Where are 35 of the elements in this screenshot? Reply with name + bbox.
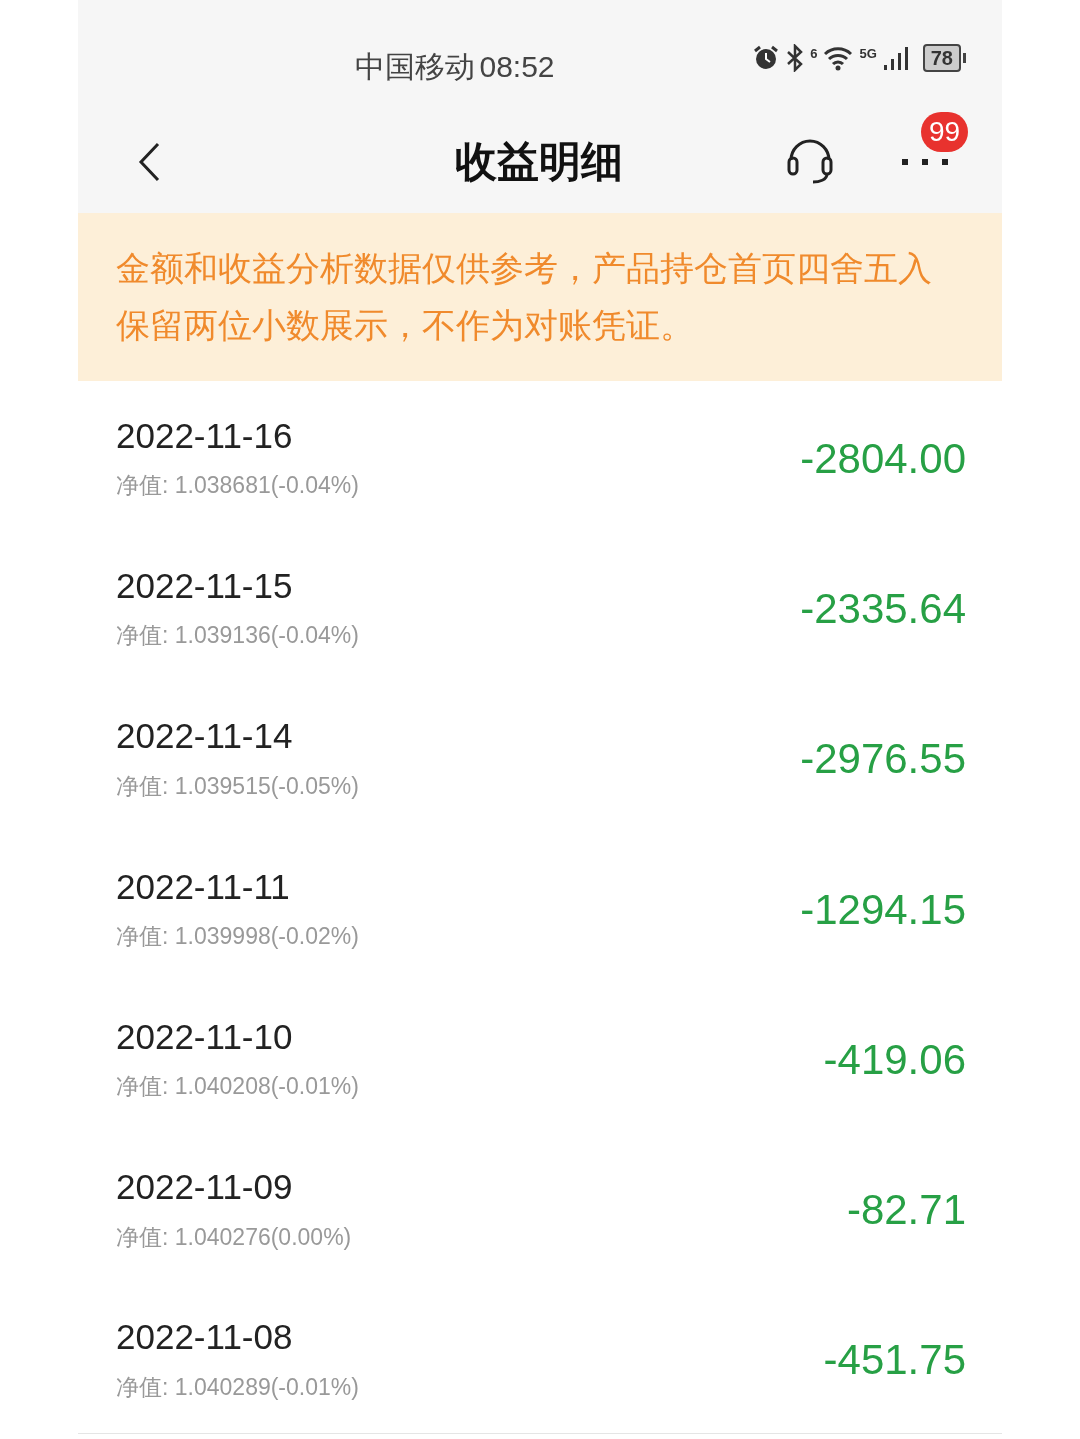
notification-badge: 99 (921, 112, 969, 152)
income-amount: -451.75 (823, 1335, 966, 1386)
net-value-text: 净值: 1.039998(-0.02%) (116, 922, 359, 952)
income-amount: -82.71 (846, 1185, 966, 1236)
income-amount: -1294.15 (800, 884, 966, 935)
net-value-text: 净值: 1.040208(-0.01%) (116, 1072, 359, 1102)
income-amount: -2335.64 (800, 583, 966, 634)
battery-indicator: 78 (922, 44, 966, 72)
back-icon[interactable] (138, 141, 160, 182)
network-type: 5G (859, 45, 877, 63)
bluetooth-icon (786, 44, 805, 72)
net-value-text: 净值: 1.039136(-0.04%) (116, 621, 359, 651)
page-title: 收益明细 (455, 137, 623, 187)
signal-icon (882, 45, 909, 71)
date-label: 2022-11-16 (116, 414, 294, 457)
date-label: 2022-11-14 (116, 715, 294, 758)
date-label: 2022-11-15 (116, 564, 294, 607)
income-amount: -2976.55 (800, 734, 966, 785)
wifi-icon (823, 45, 854, 71)
date-label: 2022-11-08 (116, 1316, 294, 1359)
income-amount: -419.06 (823, 1034, 966, 1085)
income-amount: -2804.00 (800, 433, 966, 484)
clock-time: 08:52 (479, 49, 555, 85)
date-label: 2022-11-09 (116, 1166, 294, 1209)
net-value-text: 净值: 1.039515(-0.05%) (116, 771, 359, 801)
net-value-text: 净值: 1.038681(-0.04%) (116, 471, 359, 501)
net-value-text: 净值: 1.040276(0.00%) (116, 1222, 352, 1252)
carrier-name: 中国移动 (355, 49, 476, 85)
disclaimer-notice: 金额和收益分析数据仅供参考，产品持仓首页四舍五入保留两位小数展示，不作为对账凭证。 (116, 248, 933, 346)
more-icon[interactable] (900, 158, 950, 166)
date-label: 2022-11-10 (116, 1015, 294, 1058)
net-value-text: 净值: 1.040289(-0.01%) (116, 1372, 359, 1402)
wifi-band-label: 6 (810, 45, 818, 63)
date-label: 2022-11-11 (116, 865, 291, 908)
alarm-icon (752, 44, 781, 72)
